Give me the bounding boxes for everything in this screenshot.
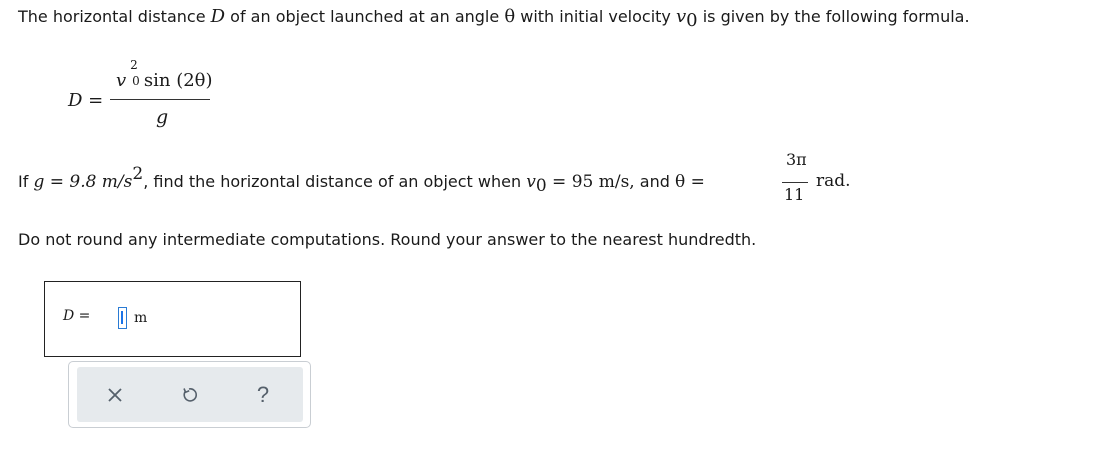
help-button[interactable]: ?: [247, 379, 279, 411]
theta-numerator: 3π: [786, 150, 807, 169]
formula-lhs: D =: [68, 90, 104, 111]
intro-text-3: with initial velocity: [515, 7, 676, 26]
clear-button[interactable]: [99, 379, 131, 411]
question-text-3: and: [634, 172, 675, 191]
answer-toolbar: ?: [68, 361, 311, 428]
intro-text-4: is given by the following formula.: [697, 7, 970, 26]
question-text-2: , find the horizontal distance of an obj…: [143, 172, 527, 191]
theta-denominator: 11: [784, 185, 805, 204]
close-icon: [108, 388, 122, 402]
answer-label: D =: [63, 308, 91, 324]
v-expression: = 95 m/s,: [546, 172, 635, 192]
theta-fraction-bar: [782, 182, 808, 183]
var-theta: θ: [504, 6, 516, 27]
formula-sub: 0: [132, 74, 140, 88]
formula-numerator: v2 0 sin (2θ): [116, 58, 213, 91]
problem-intro: The horizontal distance D of an object l…: [18, 6, 970, 31]
question-text-1: If: [18, 172, 34, 191]
instruction: Do not round any intermediate computatio…: [18, 230, 757, 249]
answer-unit: m: [134, 310, 148, 326]
answer-box: D = m: [44, 281, 301, 357]
toolbar-panel: ?: [77, 367, 303, 422]
undo-button[interactable]: [173, 379, 205, 411]
rad-unit: rad.: [816, 171, 851, 191]
undo-icon: [183, 388, 197, 402]
question-v: v: [526, 172, 536, 192]
var-v: v: [675, 6, 687, 27]
formula-sup: 2: [130, 58, 138, 72]
formula-sin: sin (2θ): [138, 70, 213, 91]
var-v-sub: 0: [686, 10, 698, 31]
help-icon: ?: [256, 382, 270, 407]
g-sup: 2: [132, 164, 144, 184]
fraction-bar: [110, 99, 210, 100]
problem-question: If g = 9.8 m/s2, find the horizontal dis…: [18, 164, 705, 196]
g-expression: g = 9.8 m/s: [33, 172, 133, 192]
formula-v: v: [116, 70, 127, 91]
answer-input[interactable]: [118, 307, 127, 329]
var-d: D: [210, 6, 226, 27]
intro-text-1: The horizontal distance: [18, 7, 211, 26]
intro-text-2: of an object launched at an angle: [225, 7, 505, 26]
question-v-sub: 0: [535, 176, 547, 196]
formula-denominator: g: [156, 106, 169, 128]
theta-equals: θ =: [675, 172, 705, 192]
